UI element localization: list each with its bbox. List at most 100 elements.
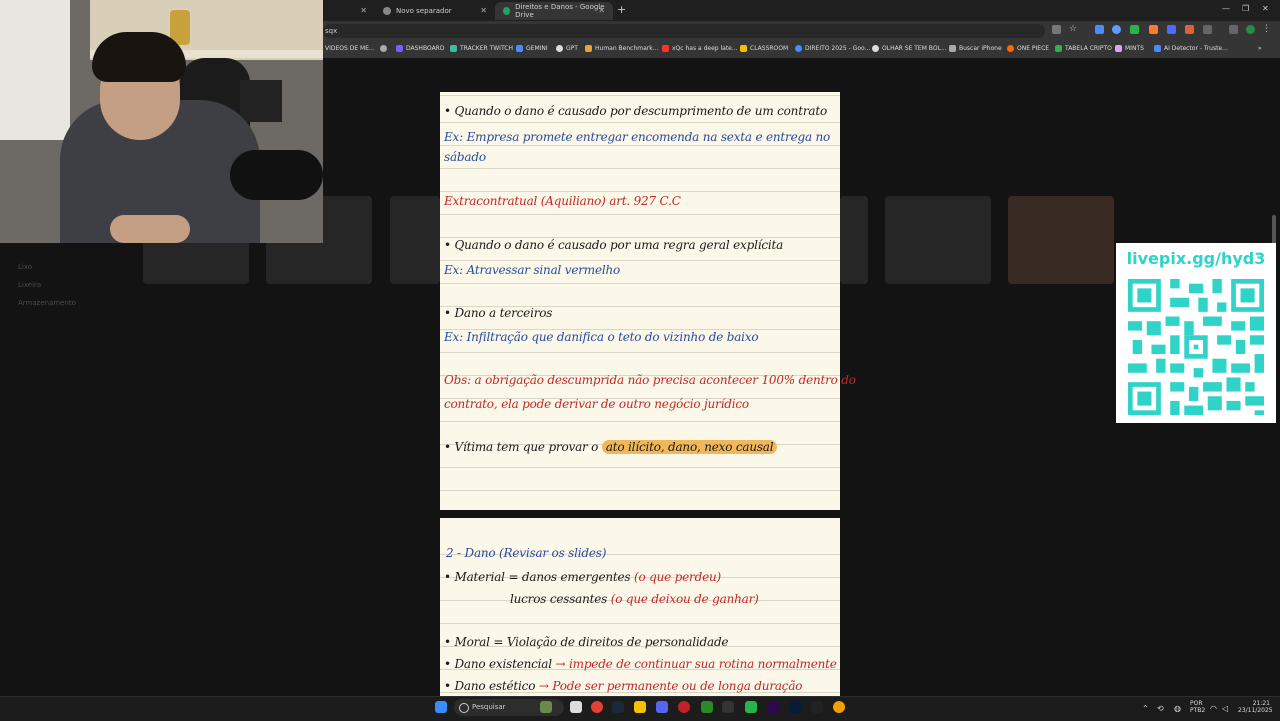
premiere-icon[interactable] xyxy=(767,701,779,713)
note-page: • Quando o dano é causado por descumprim… xyxy=(440,92,856,510)
donation-qr-overlay: livepix.gg/hyd3 xyxy=(1116,243,1276,423)
note-line: Ex: Infiltração que danifica o teto do v… xyxy=(444,330,759,344)
clock[interactable]: 21:21 23/11/2025 xyxy=(1238,700,1273,714)
classroom-icon xyxy=(740,45,747,52)
microphone-arm xyxy=(230,150,323,200)
bookmark-item[interactable]: GPT xyxy=(556,45,578,52)
maximize-icon[interactable]: ❐ xyxy=(1242,4,1249,13)
cast-icon[interactable] xyxy=(1052,25,1061,34)
extensions-puzzle-icon[interactable] xyxy=(1203,25,1212,34)
bookmark-item[interactable]: ONE PIECE xyxy=(1007,45,1049,52)
volume-icon[interactable]: ◁ xyxy=(1222,704,1228,713)
reading-list-icon[interactable] xyxy=(1229,25,1238,34)
browser-tab[interactable]: Novo separador ✕ xyxy=(375,2,495,20)
close-tab-icon[interactable]: ✕ xyxy=(480,6,487,15)
person-hands xyxy=(110,215,190,243)
note-heading: Extracontratual (Aquiliano) art. 927 C.C xyxy=(444,194,681,208)
bookmark-item[interactable]: DASHBOARD xyxy=(396,45,444,52)
bookmark-item[interactable]: OLHAR SE TEM BOL... xyxy=(872,45,947,52)
note-line: • Material = danos emergentes (o que per… xyxy=(444,570,721,584)
sidebar-item[interactable]: Armazenamento xyxy=(18,299,76,307)
mic-icon[interactable]: ◍ xyxy=(1174,704,1181,713)
monitor xyxy=(240,80,282,122)
nvidia-icon[interactable] xyxy=(701,701,713,713)
discord-icon[interactable] xyxy=(656,701,668,713)
address-bar[interactable]: sqx xyxy=(323,24,1045,38)
chrome-icon[interactable] xyxy=(591,701,603,713)
close-tab-icon[interactable]: ✕ xyxy=(598,6,605,15)
sidebar-item[interactable]: Lixeira xyxy=(18,281,41,289)
note-line: Obs: a obrigação descumprida não precisa… xyxy=(444,373,856,387)
note-line: Ex: Atravessar sinal vermelho xyxy=(444,263,621,277)
note-page: 2 - Dano (Revisar os slides) • Material … xyxy=(440,518,840,696)
person-hair xyxy=(92,32,186,82)
bookmark-star-icon[interactable]: ☆ xyxy=(1069,25,1078,34)
bookmark-icon xyxy=(1007,45,1014,52)
close-tab-icon[interactable]: ✕ xyxy=(360,6,367,15)
bookmark-item[interactable]: Human Benchmark... xyxy=(585,45,658,52)
note-line: • Dano existencial → impede de continuar… xyxy=(444,657,837,671)
windows-start-icon[interactable] xyxy=(435,701,447,713)
app-icon[interactable] xyxy=(678,701,690,713)
sheets-icon xyxy=(1055,45,1062,52)
file-card[interactable] xyxy=(1008,196,1114,284)
tray-chevron-icon[interactable]: ⌃ xyxy=(1142,704,1149,713)
network-icon[interactable]: ⟲ xyxy=(1157,704,1164,713)
bookmark-item[interactable]: VIDEOS DE ME... xyxy=(325,45,375,52)
extension-icon[interactable] xyxy=(1185,25,1194,34)
extension-icon[interactable] xyxy=(1167,25,1176,34)
search-icon xyxy=(459,703,469,713)
tab-label: Novo separador xyxy=(396,7,452,15)
task-view-icon[interactable] xyxy=(570,701,582,713)
file-card[interactable] xyxy=(390,196,440,284)
wifi-icon[interactable]: ◠ xyxy=(1210,704,1217,713)
file-explorer-icon[interactable] xyxy=(634,701,646,713)
steam-icon[interactable] xyxy=(612,701,624,713)
menu-kebab-icon[interactable]: ⋮ xyxy=(1262,25,1271,34)
bookmark-item[interactable]: CLASSROOM xyxy=(740,45,788,52)
bookmark-item[interactable]: xQc has a deep late... xyxy=(662,45,738,52)
bookmark-item[interactable]: GEMINI xyxy=(516,45,548,52)
app-icon[interactable] xyxy=(833,701,845,713)
sidebar-item[interactable]: Lixo xyxy=(18,263,32,271)
close-window-icon[interactable]: ✕ xyxy=(1262,4,1269,13)
more-bookmarks-icon[interactable]: » xyxy=(1258,45,1262,52)
new-tab-icon[interactable]: + xyxy=(617,3,626,16)
bookmark-icon xyxy=(396,45,403,52)
bookmark-item[interactable]: MINTS xyxy=(1115,45,1144,52)
bookmark-item[interactable]: TABELA CRIPTO xyxy=(1055,45,1112,52)
profile-avatar[interactable] xyxy=(1246,25,1255,34)
browser-tab[interactable]: ✕ xyxy=(323,2,375,20)
language-indicator[interactable]: POR PTB2 xyxy=(1190,700,1205,714)
extension-icon[interactable] xyxy=(1112,25,1121,34)
file-card[interactable] xyxy=(885,196,991,284)
youtube-icon xyxy=(662,45,669,52)
bookmark-icon xyxy=(795,45,802,52)
bookmark-item[interactable]: DIREITO 2025 - Goo... xyxy=(795,45,870,52)
bookmark-item[interactable]: AI Detector - Truste... xyxy=(1154,45,1228,52)
bookmark-item[interactable]: TRACKER TWITCH xyxy=(450,45,513,52)
file-card[interactable] xyxy=(840,196,868,284)
tab-favicon-icon xyxy=(383,7,391,15)
drive-favicon-icon xyxy=(503,7,511,15)
photoshop-icon[interactable] xyxy=(789,701,801,713)
extension-icon[interactable] xyxy=(1149,25,1158,34)
extension-icon[interactable] xyxy=(1095,25,1104,34)
bookmark-item[interactable] xyxy=(380,45,390,52)
minimize-icon[interactable]: — xyxy=(1222,4,1230,13)
bookmark-item[interactable]: Buscar iPhone xyxy=(949,45,1002,52)
bookmark-icon xyxy=(872,45,879,52)
whatsapp-icon[interactable] xyxy=(745,701,757,713)
browser-tab-active[interactable]: Direitos e Danos - Google Drive ✕ xyxy=(495,2,613,20)
bookmark-icon xyxy=(450,45,457,52)
qr-code-icon xyxy=(1128,279,1264,415)
note-line: lucros cessantes (o que deixou de ganhar… xyxy=(510,592,759,606)
bookmark-icon xyxy=(1115,45,1122,52)
epic-games-icon[interactable] xyxy=(722,701,734,713)
capcut-icon[interactable] xyxy=(811,701,823,713)
note-line: • Quando o dano é causado por uma regra … xyxy=(444,238,784,252)
bookmark-icon xyxy=(585,45,592,52)
note-line: • Moral = Violação de direitos de person… xyxy=(444,635,729,649)
search-highlight-icon xyxy=(540,701,552,713)
extension-icon[interactable] xyxy=(1130,25,1139,34)
